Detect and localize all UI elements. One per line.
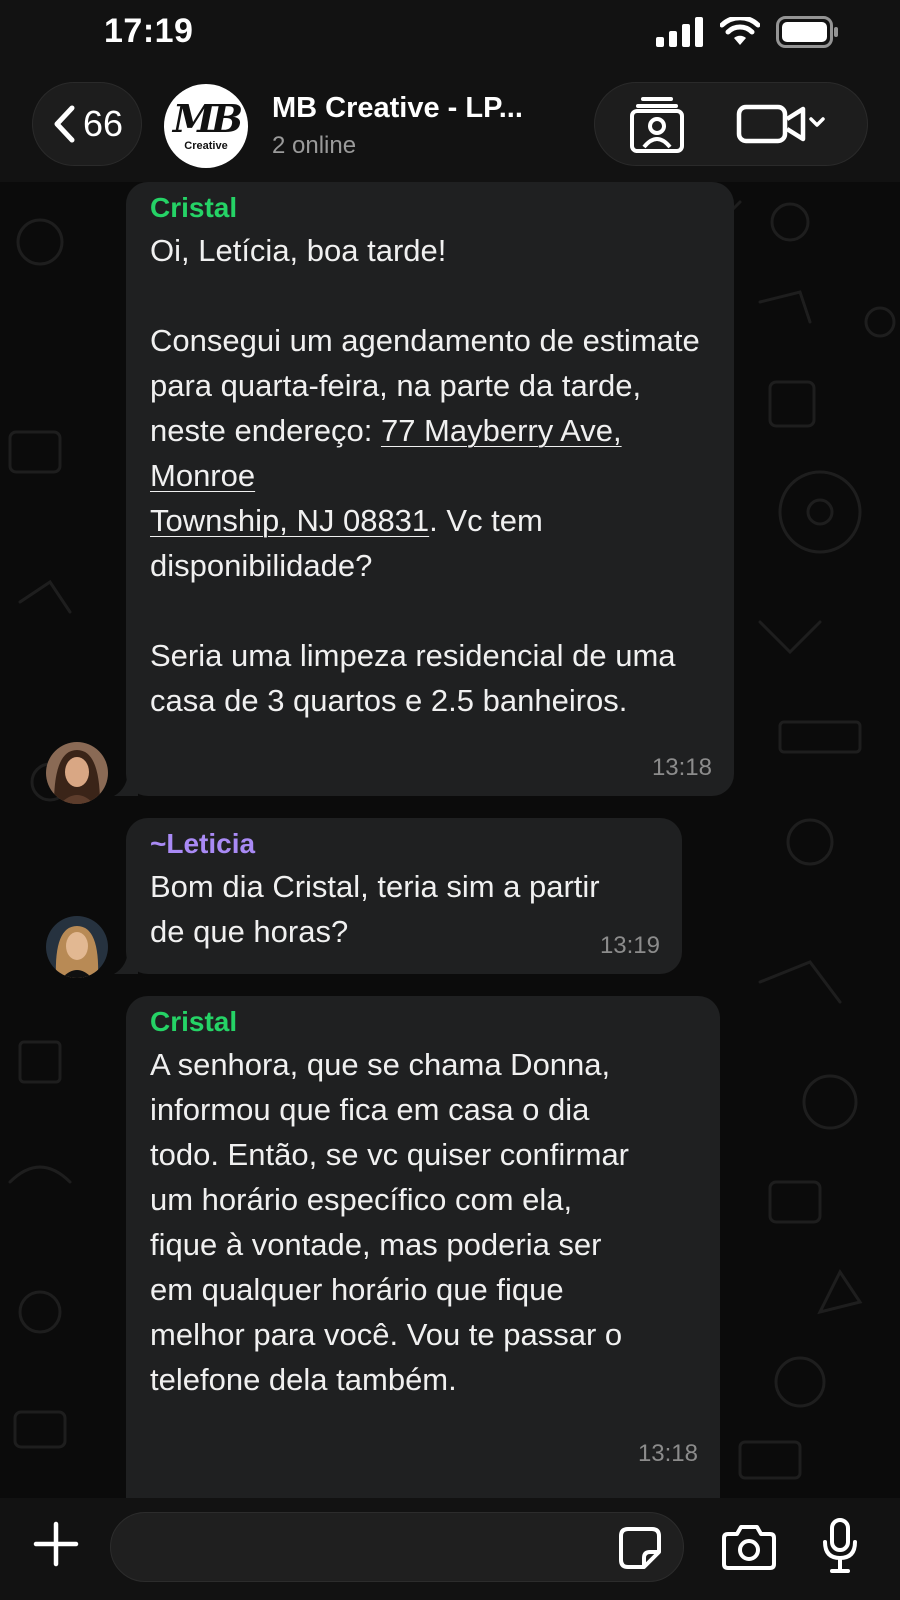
chat-header: 66 MB Creative MB Creative - LP... 2 onl…	[0, 70, 900, 182]
message-sender: Cristal	[150, 1006, 238, 1037]
group-logo-mark: MB	[172, 96, 243, 141]
message-list[interactable]: Cristal Oi, Letícia, boa tarde! Consegui…	[0, 182, 900, 1498]
avatar-cristal[interactable]	[46, 742, 108, 804]
sticker-icon[interactable]	[618, 1526, 662, 1570]
video-camera-icon[interactable]	[735, 97, 831, 153]
message-text: Bom dia Cristal, teria sim a partir de q…	[150, 869, 600, 949]
microphone-icon[interactable]	[822, 1518, 858, 1574]
person-icon	[46, 742, 108, 804]
message-bubble[interactable]: Cristal Oi, Letícia, boa tarde! Consegui…	[126, 182, 734, 796]
avatar-leticia[interactable]	[46, 916, 108, 978]
message-time: 13:18	[637, 1440, 698, 1467]
message-text: Oi, Letícia, boa tarde! Consegui um agen…	[150, 228, 712, 723]
header-actions	[594, 82, 868, 166]
chat-screen: 17:19 66 MB Creative MB Creative - LP...…	[0, 0, 900, 1600]
message-sender: ~Leticia	[150, 828, 256, 859]
status-icons	[656, 16, 840, 48]
wifi-icon	[720, 17, 760, 45]
status-time: 17:19	[104, 12, 194, 50]
chat-title[interactable]: MB Creative - LP...	[272, 92, 523, 125]
plus-icon[interactable]	[32, 1520, 80, 1568]
contact-card-icon[interactable]	[627, 95, 687, 155]
status-bar: 17:19	[0, 0, 900, 70]
group-logo-text: Creative	[184, 140, 228, 152]
chevron-left-icon	[54, 105, 75, 143]
message-time: 13:18	[651, 754, 712, 781]
composer-bar	[0, 1498, 900, 1600]
message-sender: Cristal	[150, 192, 238, 223]
person-icon	[46, 916, 108, 978]
group-avatar[interactable]: MB Creative	[164, 84, 248, 168]
back-button[interactable]: 66	[32, 82, 142, 166]
chat-subtitle: 2 online	[272, 132, 357, 159]
unread-count: 66	[82, 103, 124, 144]
battery-icon	[776, 16, 838, 48]
message-input[interactable]	[110, 1512, 684, 1582]
message-time: 13:19	[599, 932, 660, 959]
signal-icon	[656, 17, 703, 47]
bubble-tail	[114, 948, 138, 974]
address-line-2: Township, NJ 08831	[150, 503, 430, 538]
bubble-tail	[114, 770, 138, 796]
message-bubble[interactable]: Cristal A senhora, que se chama Donna, i…	[126, 996, 720, 1498]
camera-icon[interactable]	[722, 1524, 776, 1570]
message-bubble[interactable]: ~Leticia Bom dia Cristal, teria sim a pa…	[126, 818, 682, 974]
message-text: A senhora, que se chama Donna, informou …	[150, 1047, 630, 1397]
